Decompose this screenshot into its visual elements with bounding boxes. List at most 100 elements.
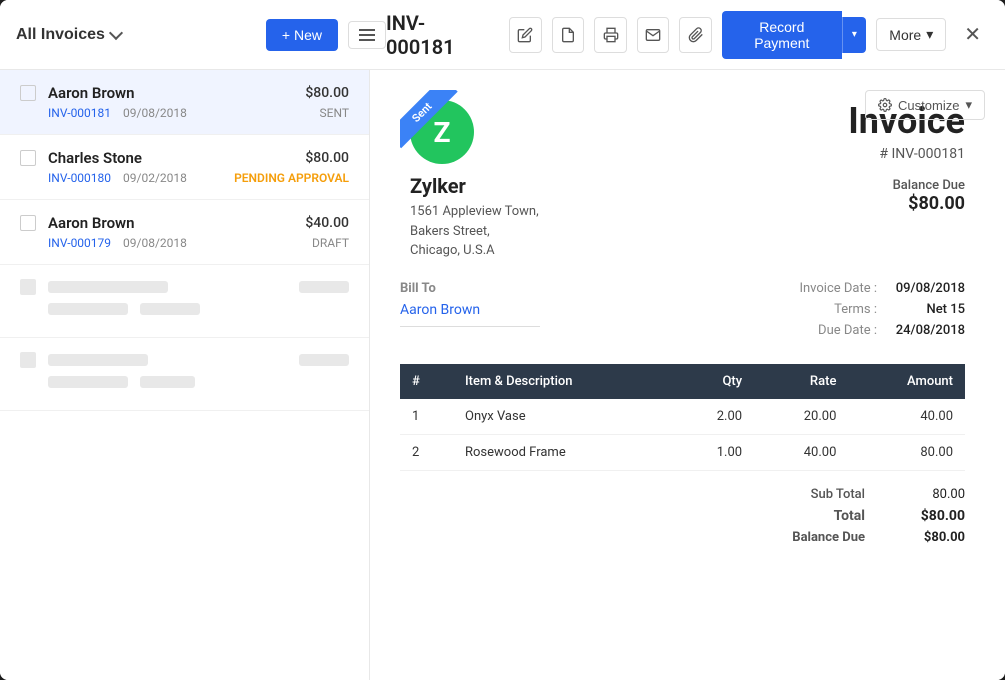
sent-ribbon-container: Sent bbox=[400, 90, 490, 180]
company-address: 1561 Appleview Town, Bakers Street, Chic… bbox=[410, 202, 539, 261]
customer-name: Aaron Brown bbox=[48, 214, 293, 232]
customize-label: Customize bbox=[898, 98, 959, 113]
item-rate: 20.00 bbox=[754, 399, 848, 435]
address-line1: 1561 Appleview Town, bbox=[410, 204, 539, 219]
col-amount: Amount bbox=[848, 364, 965, 399]
record-payment-button[interactable]: Record Payment bbox=[722, 11, 842, 59]
close-button[interactable]: ✕ bbox=[956, 18, 989, 51]
close-icon: ✕ bbox=[964, 24, 981, 46]
terms-value: Net 15 bbox=[885, 302, 965, 317]
more-chevron-icon: ▾ bbox=[926, 26, 933, 43]
total-label: Total bbox=[765, 508, 865, 524]
item-amount: 40.00 bbox=[848, 399, 965, 435]
balance-due-row-label: Balance Due bbox=[765, 530, 865, 545]
more-button[interactable]: More ▾ bbox=[876, 18, 946, 51]
due-date-row: Due Date : 24/08/2018 bbox=[799, 323, 965, 338]
due-date-label: Due Date : bbox=[818, 323, 877, 338]
chevron-down-icon bbox=[109, 25, 123, 39]
invoice-date-row: Invoice Date : 09/08/2018 bbox=[799, 281, 965, 296]
col-rate: Rate bbox=[754, 364, 848, 399]
bill-to: Bill To Aaron Brown bbox=[400, 281, 540, 344]
new-button-label: + New bbox=[282, 27, 322, 43]
list-item[interactable]: Aaron Brown $80.00 INV-000181 09/08/2018… bbox=[0, 70, 369, 135]
download-button[interactable] bbox=[552, 17, 585, 53]
item-rate: 40.00 bbox=[754, 434, 848, 470]
total-row: Total $80.00 bbox=[765, 508, 965, 524]
checkbox-2[interactable] bbox=[20, 150, 36, 166]
invoice-status: SENT bbox=[320, 106, 350, 120]
item-description: Rosewood Frame bbox=[453, 434, 672, 470]
invoice-amount: $80.00 bbox=[305, 150, 349, 166]
invoice-meta: Invoice Date : 09/08/2018 Terms : Net 15… bbox=[799, 281, 965, 344]
col-qty: Qty bbox=[672, 364, 754, 399]
checkbox-1[interactable] bbox=[20, 85, 36, 101]
totals-section: Sub Total 80.00 Total $80.00 Balance Due… bbox=[400, 487, 965, 545]
invoice-date: 09/08/2018 bbox=[123, 236, 187, 250]
pdf-icon bbox=[560, 27, 576, 43]
invoice-date: 09/02/2018 bbox=[123, 171, 187, 185]
customer-name: Charles Stone bbox=[48, 149, 293, 167]
bill-to-name[interactable]: Aaron Brown bbox=[400, 302, 540, 318]
menu-line-icon bbox=[359, 34, 375, 36]
due-date-value: 24/08/2018 bbox=[885, 323, 965, 338]
invoice-number: INV-000181 bbox=[48, 106, 111, 120]
print-button[interactable] bbox=[594, 17, 627, 53]
item-num: 2 bbox=[400, 434, 453, 470]
col-num: # bbox=[400, 364, 453, 399]
record-payment-dropdown-button[interactable]: ▾ bbox=[842, 17, 867, 53]
sub-total-label: Sub Total bbox=[765, 487, 865, 502]
invoice-date-value: 09/08/2018 bbox=[885, 281, 965, 296]
item-qty: 1.00 bbox=[672, 434, 754, 470]
pencil-icon bbox=[517, 27, 533, 43]
table-row: 1 Onyx Vase 2.00 20.00 40.00 bbox=[400, 399, 965, 435]
total-value: $80.00 bbox=[905, 508, 965, 524]
invoice-status: DRAFT bbox=[312, 236, 349, 250]
table-row: 2 Rosewood Frame 1.00 40.00 80.00 bbox=[400, 434, 965, 470]
dropdown-arrow-icon: ▾ bbox=[852, 29, 857, 40]
sub-total-row: Sub Total 80.00 bbox=[765, 487, 965, 502]
print-icon bbox=[603, 27, 619, 43]
balance-due-amount: $80.00 bbox=[848, 193, 965, 214]
invoice-status: PENDING APPROVAL bbox=[234, 171, 349, 185]
customize-button[interactable]: Customize ▾ bbox=[865, 90, 985, 120]
record-payment-group: Record Payment ▾ bbox=[722, 11, 866, 59]
checkbox-3[interactable] bbox=[20, 215, 36, 231]
customize-chevron-icon: ▾ bbox=[965, 97, 972, 113]
skeleton-item bbox=[0, 265, 369, 338]
balance-due-row-value: $80.00 bbox=[905, 530, 965, 545]
list-item[interactable]: Charles Stone $80.00 INV-000180 09/02/20… bbox=[0, 135, 369, 200]
balance-due-label: Balance Due bbox=[848, 178, 965, 193]
record-payment-label: Record Payment bbox=[754, 19, 809, 51]
item-num: 1 bbox=[400, 399, 453, 435]
list-item[interactable]: Aaron Brown $40.00 INV-000179 09/08/2018… bbox=[0, 200, 369, 265]
invoice-date-label: Invoice Date : bbox=[799, 281, 877, 296]
terms-label: Terms : bbox=[834, 302, 877, 317]
new-button[interactable]: + New bbox=[266, 19, 338, 51]
email-button[interactable] bbox=[637, 17, 670, 53]
menu-line-icon bbox=[359, 39, 375, 41]
menu-line-icon bbox=[359, 29, 375, 31]
address-line3: Chicago, U.S.A bbox=[410, 243, 495, 258]
col-description: Item & Description bbox=[453, 364, 672, 399]
invoice-number: INV-000180 bbox=[48, 171, 111, 185]
attach-button[interactable] bbox=[679, 17, 712, 53]
header: All Invoices + New INV-000181 bbox=[0, 0, 1005, 70]
all-invoices-button[interactable]: All Invoices bbox=[16, 26, 121, 44]
invoice-sidebar: Aaron Brown $80.00 INV-000181 09/08/2018… bbox=[0, 70, 370, 680]
skeleton-item bbox=[0, 338, 369, 411]
edit-button[interactable] bbox=[509, 17, 542, 53]
address-line2: Bakers Street, bbox=[410, 224, 490, 239]
more-label: More bbox=[889, 27, 921, 43]
email-icon bbox=[645, 27, 661, 43]
sent-ribbon: Sent bbox=[400, 90, 458, 148]
sub-total-value: 80.00 bbox=[905, 487, 965, 502]
bill-to-header: Bill To bbox=[400, 281, 540, 296]
items-table: # Item & Description Qty Rate Amount 1 O… bbox=[400, 364, 965, 471]
header-right: INV-000181 bbox=[386, 11, 989, 59]
all-invoices-label: All Invoices bbox=[16, 26, 105, 44]
invoice-number: INV-000179 bbox=[48, 236, 111, 250]
item-description: Onyx Vase bbox=[453, 399, 672, 435]
header-left: All Invoices + New bbox=[16, 19, 386, 51]
menu-button[interactable] bbox=[348, 21, 386, 49]
table-header-row: # Item & Description Qty Rate Amount bbox=[400, 364, 965, 399]
